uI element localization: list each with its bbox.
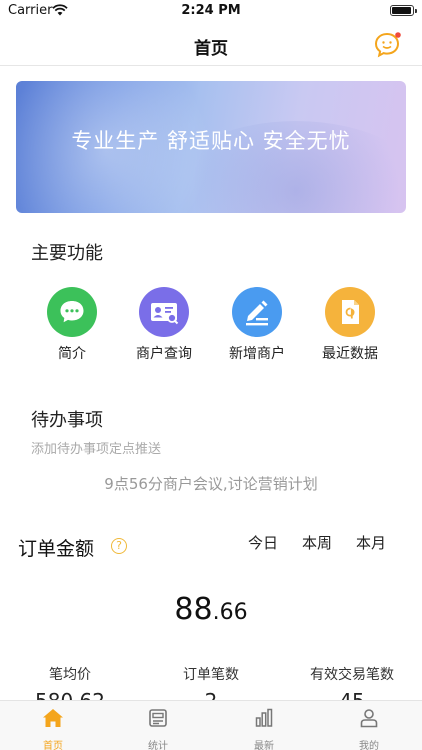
func-intro-label: 简介: [58, 346, 86, 362]
func-recent-data[interactable]: 最近数据: [305, 287, 395, 363]
home-icon: [43, 709, 63, 727]
func-merchant-search-label: 商户查询: [136, 346, 192, 362]
amount-decimal: .66: [212, 600, 248, 625]
banner-slogan: 专业生产 舒适贴心 安全无忧: [71, 129, 351, 153]
edit-pen-icon: [232, 287, 282, 337]
message-button[interactable]: [372, 30, 402, 60]
message-smile-icon: [374, 32, 401, 58]
stat-valid-transactions-label: 有效交易笔数: [310, 667, 394, 683]
func-add-merchant[interactable]: 新增商户: [212, 287, 302, 363]
todo-item[interactable]: 9点56分商户会议,讨论营销计划: [0, 473, 422, 494]
tab-stats-label: 统计: [148, 741, 168, 750]
tab-latest[interactable]: 最新: [234, 707, 294, 750]
tab-mine-label: 我的: [359, 741, 379, 750]
tab-bar: 首页 统计 最新 我的: [0, 700, 422, 750]
tab-mine[interactable]: 我的: [339, 707, 399, 750]
func-recent-data-label: 最近数据: [322, 346, 378, 362]
tab-this-week[interactable]: 本周: [302, 532, 332, 553]
tab-home-label: 首页: [43, 741, 63, 750]
order-amount: 88.66: [0, 592, 422, 627]
todo-title: 待办事项: [31, 410, 103, 431]
battery-icon: [390, 5, 417, 16]
user-icon: [360, 709, 378, 728]
stat-avg-price-label: 笔均价: [49, 667, 91, 683]
chat-bubble-icon: [47, 287, 97, 337]
order-stats: 笔均价 580.62 订单笔数 2 有效交易笔数 45: [0, 664, 422, 713]
tab-today[interactable]: 今日: [248, 532, 278, 553]
func-add-merchant-label: 新增商户: [229, 346, 285, 362]
func-merchant-search[interactable]: 商户查询: [119, 287, 209, 363]
bar-chart-icon: [255, 708, 273, 727]
tab-this-month[interactable]: 本月: [356, 532, 386, 553]
stats-icon: [149, 709, 167, 727]
todo-subtitle: 添加待办事项定点推送: [31, 442, 162, 457]
status-bar: Carrier 2:24 PM: [0, 0, 422, 24]
stat-order-count-label: 订单笔数: [183, 667, 239, 683]
order-amount-title: 订单金额: [18, 538, 95, 560]
tab-latest-label: 最新: [254, 741, 274, 750]
promo-banner[interactable]: 专业生产 舒适贴心 安全无忧: [16, 81, 406, 213]
document-icon: [325, 287, 375, 337]
help-icon[interactable]: ?: [111, 538, 127, 554]
func-intro[interactable]: 简介: [27, 287, 117, 363]
status-time: 2:24 PM: [181, 3, 241, 18]
amount-integer: 88: [174, 592, 213, 627]
notification-dot: [395, 32, 401, 38]
nav-bar: 首页: [0, 24, 422, 66]
tab-home[interactable]: 首页: [23, 707, 83, 750]
id-card-search-icon: [139, 287, 189, 337]
page-title: 首页: [194, 39, 228, 59]
tab-stats[interactable]: 统计: [128, 707, 188, 750]
main-functions: 简介 商户查询 新增商户 最近数据: [0, 287, 422, 367]
main-functions-title: 主要功能: [31, 243, 103, 264]
period-tabs: 今日 本周 本月: [248, 532, 408, 552]
